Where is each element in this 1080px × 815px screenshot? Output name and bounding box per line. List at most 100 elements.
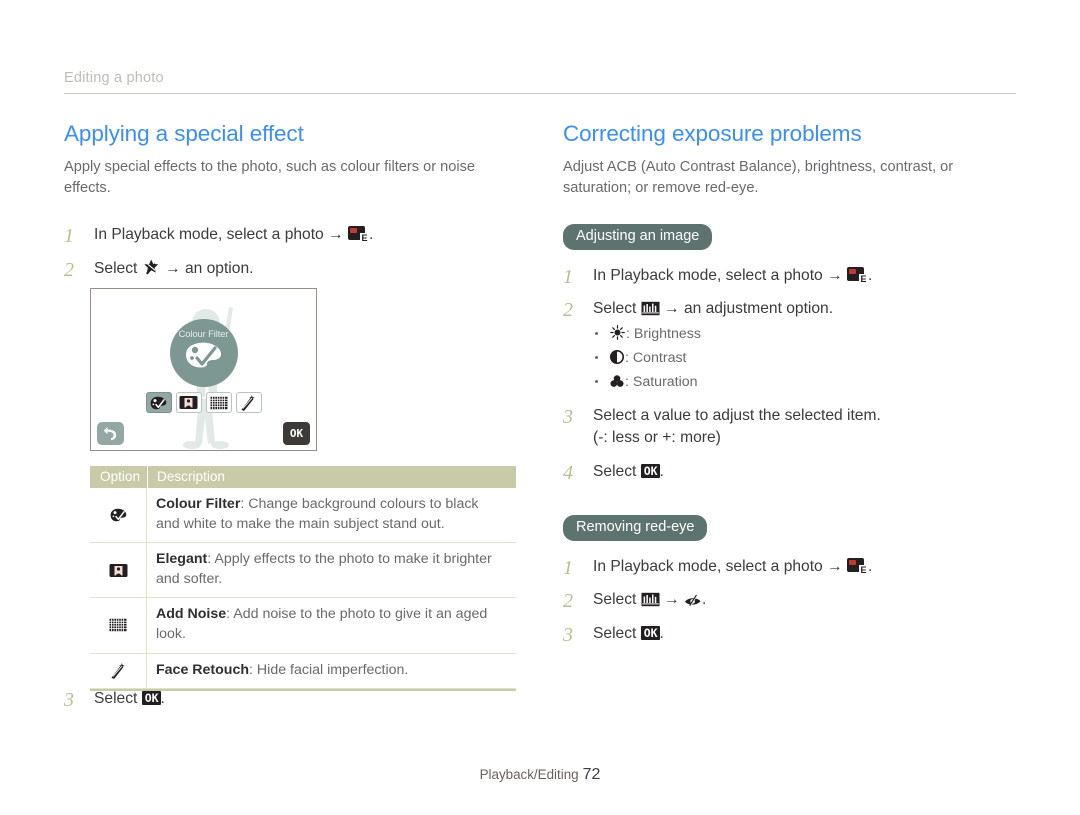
page-title-left: Applying a special effect bbox=[64, 121, 304, 146]
step-text: Select bbox=[593, 624, 641, 642]
step-text: Select bbox=[593, 462, 641, 480]
footer-label: Playback/Editing bbox=[479, 767, 579, 782]
red-eye-icon bbox=[684, 593, 702, 607]
step-text-end: an option. bbox=[180, 260, 254, 278]
step-text-end: an adjustment option. bbox=[679, 300, 834, 318]
list-item-label: : Saturation bbox=[625, 373, 698, 390]
adjust-histogram-icon bbox=[641, 301, 660, 316]
step-number: 1 bbox=[563, 556, 573, 579]
step-text: In Playback mode, select a photo bbox=[94, 226, 329, 244]
photo-edit-icon: E bbox=[846, 557, 868, 575]
step-text-end: . bbox=[867, 557, 873, 575]
option-term: Add Noise bbox=[156, 606, 227, 623]
left-step-2: 2 Select → an option. bbox=[64, 259, 524, 282]
step-text-end: . bbox=[160, 690, 165, 707]
redeye-step-1: 1 In Playback mode, select a photo → E . bbox=[563, 556, 1023, 579]
list-item: : Saturation bbox=[593, 371, 1023, 395]
step-text-end: . bbox=[867, 266, 873, 284]
adjusting-step-2: 2 Select → an adjustment option. bbox=[563, 299, 1023, 322]
left-column: Applying a special effect Apply special … bbox=[64, 120, 524, 282]
step-number: 2 bbox=[64, 259, 74, 282]
table-row: Colour Filter: Change background colours… bbox=[90, 488, 516, 544]
step-text: Select bbox=[593, 591, 641, 609]
arrow-glyph: → bbox=[827, 266, 843, 284]
add-noise-grid-icon bbox=[109, 619, 127, 632]
palette-check-icon bbox=[185, 342, 221, 368]
page-footer: Playback/Editing 72 bbox=[0, 766, 1080, 784]
brightness-sun-icon bbox=[610, 324, 625, 347]
step-number: 3 bbox=[563, 623, 573, 646]
option-button-elegant[interactable] bbox=[175, 392, 202, 413]
table-row: Elegant: Apply effects to the photo to m… bbox=[90, 543, 516, 599]
table-header-description: Description bbox=[147, 466, 516, 488]
table-cell-icon bbox=[90, 543, 147, 598]
ok-button-glyph: OK bbox=[640, 625, 660, 640]
option-term: Colour Filter bbox=[156, 496, 241, 512]
list-item: : Contrast bbox=[593, 347, 1023, 371]
star-pen-icon bbox=[142, 259, 161, 276]
option-button-face-retouch[interactable] bbox=[235, 392, 262, 413]
table-cell-icon bbox=[90, 488, 147, 543]
step-number: 1 bbox=[563, 265, 573, 288]
step-text-end: . bbox=[659, 624, 664, 642]
back-arrow-icon[interactable] bbox=[97, 422, 124, 445]
arrow-glyph: → bbox=[664, 591, 680, 609]
manual-page: Editing a photo Applying a special effec… bbox=[0, 0, 1080, 815]
step-text-end: . bbox=[659, 462, 664, 480]
table-header-row: Option Description bbox=[90, 466, 516, 488]
option-desc: : Apply effects to the photo to make it … bbox=[156, 551, 492, 587]
step-subtext: (-: less or +: more) bbox=[593, 429, 721, 447]
palette-icon bbox=[150, 396, 167, 409]
redeye-step-2: 2 Select → . bbox=[563, 590, 1023, 613]
right-intro-text: Adjust ACB (Auto Contrast Balance), brig… bbox=[563, 159, 954, 196]
arrow-glyph: → bbox=[328, 226, 344, 244]
table-row: Add Noise: Add noise to the photo to giv… bbox=[90, 598, 516, 654]
step-text-end: . bbox=[368, 226, 374, 244]
right-column: Correcting exposure problems Adjust ACB … bbox=[563, 120, 1023, 646]
left-step-3: 3 Select OK. bbox=[64, 689, 484, 711]
step-text: Select bbox=[94, 690, 142, 707]
adjust-histogram-icon bbox=[641, 592, 660, 607]
step-text: Select a value to adjust the selected it… bbox=[593, 406, 881, 424]
page-title-right: Correcting exposure problems bbox=[563, 121, 862, 146]
left-intro-text: Apply special effects to the photo, such… bbox=[64, 159, 476, 196]
camera-screen-illustration: Colour Filter OK bbox=[90, 288, 317, 451]
adjusting-step-3: 3 Select a value to adjust the selected … bbox=[563, 406, 1023, 449]
left-step-3-wrap: 3 Select OK. bbox=[64, 676, 484, 711]
step-text: In Playback mode, select a photo bbox=[593, 557, 828, 575]
list-item-label: : Brightness bbox=[626, 325, 701, 342]
step-number: 3 bbox=[64, 689, 74, 711]
face-retouch-wand-icon bbox=[241, 394, 255, 411]
adjusting-step-4: 4 Select OK. bbox=[563, 461, 1023, 484]
option-button-add-noise[interactable] bbox=[205, 392, 232, 413]
table-cell-description: Add Noise: Add noise to the photo to giv… bbox=[147, 598, 516, 652]
saturation-circles-icon bbox=[610, 373, 624, 395]
selected-option-disc: Colour Filter bbox=[169, 319, 238, 387]
elegant-portrait-icon bbox=[179, 396, 198, 409]
step-number: 2 bbox=[563, 299, 573, 322]
table-header-option: Option bbox=[100, 469, 141, 484]
page-number: 72 bbox=[582, 766, 601, 783]
ok-button-glyph: OK bbox=[640, 463, 660, 478]
ok-button-glyph: OK bbox=[141, 691, 161, 705]
step-text: Select bbox=[94, 260, 142, 278]
arrow-glyph: → bbox=[664, 300, 680, 318]
camera-ok-button[interactable]: OK bbox=[283, 422, 310, 445]
step-text: In Playback mode, select a photo bbox=[593, 266, 828, 284]
step-text: Select bbox=[593, 300, 641, 318]
section-heading-removing-red-eye: Removing red-eye bbox=[563, 515, 708, 541]
breadcrumb-divider bbox=[64, 93, 1016, 94]
option-term: Elegant bbox=[156, 551, 208, 568]
photo-edit-icon: E bbox=[347, 226, 369, 244]
adjustment-option-list: : Brightness : Contrast : Saturation bbox=[593, 323, 1023, 395]
option-button-colour-filter[interactable] bbox=[145, 392, 172, 413]
adjusting-step-1: 1 In Playback mode, select a photo → E . bbox=[563, 265, 1023, 288]
contrast-half-circle-icon bbox=[610, 349, 624, 371]
breadcrumb: Editing a photo bbox=[64, 70, 164, 86]
arrow-glyph: → bbox=[165, 260, 181, 278]
palette-icon bbox=[110, 508, 126, 522]
photo-edit-icon: E bbox=[846, 266, 868, 284]
step-number: 4 bbox=[563, 461, 573, 484]
step-number: 2 bbox=[563, 590, 573, 613]
option-button-bar[interactable] bbox=[145, 392, 262, 413]
